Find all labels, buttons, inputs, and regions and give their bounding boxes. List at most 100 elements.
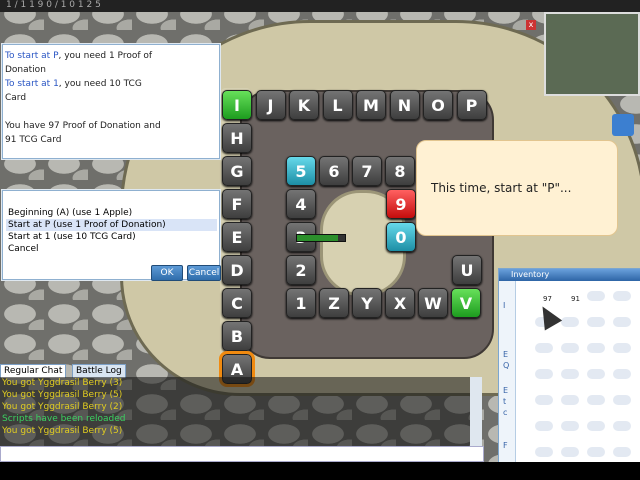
dialog-line: 91 TCG Card: [5, 133, 217, 147]
dialog-text: Donation: [5, 65, 46, 75]
menu-option[interactable]: Cancel: [6, 243, 217, 255]
board-tile[interactable]: B: [222, 321, 252, 351]
inventory-slot[interactable]: [535, 369, 553, 379]
inventory-slot[interactable]: [587, 291, 605, 301]
chat-window: Regular Chat Battle Log You got Yggdrasi…: [0, 364, 482, 448]
tutorial-speech-bubble: This time, start at "P"...: [416, 140, 618, 236]
dialog-line: Donation: [5, 63, 217, 77]
board-tile[interactable]: 5: [286, 156, 316, 186]
board-tile[interactable]: U: [452, 255, 482, 285]
dialog-line: You have 97 Proof of Donation and: [5, 119, 217, 133]
inventory-slot[interactable]: [561, 395, 579, 405]
board-tile[interactable]: 1: [286, 288, 316, 318]
board-tile[interactable]: K: [289, 90, 319, 120]
menu-option[interactable]: Start at P (use 1 Proof of Donation): [6, 219, 217, 231]
inventory-slot[interactable]: [587, 421, 605, 431]
player-hp-bar: [296, 234, 346, 242]
board-tile[interactable]: 0: [386, 222, 416, 252]
inventory-slot[interactable]: [613, 317, 631, 327]
inventory-slot[interactable]: [587, 317, 605, 327]
board-tile[interactable]: Z: [319, 288, 349, 318]
dialog-text: , you need 10 TCG: [58, 79, 142, 89]
board-tile[interactable]: 9: [386, 189, 416, 219]
board-tile[interactable]: 4: [286, 189, 316, 219]
character-icon[interactable]: [612, 114, 634, 136]
chat-line: You got Yggdrasil Berry (5): [2, 426, 123, 436]
board-tile[interactable]: X: [385, 288, 415, 318]
board-tile[interactable]: H: [222, 123, 252, 153]
inventory-slot[interactable]: [535, 421, 553, 431]
minimap[interactable]: [544, 12, 640, 96]
ok-button[interactable]: OK: [151, 265, 183, 281]
board-tile[interactable]: 6: [319, 156, 349, 186]
inventory-slot[interactable]: [561, 447, 579, 457]
inventory-slot[interactable]: [587, 343, 605, 353]
inventory-window: Inventory I E Q E t c F 97 91: [498, 268, 640, 466]
board-tile[interactable]: W: [418, 288, 448, 318]
board-tile[interactable]: P: [456, 90, 487, 120]
chat-line: You got Yggdrasil Berry (5): [2, 390, 123, 400]
inventory-slot[interactable]: [613, 447, 631, 457]
dialog-highlight: To start at P: [5, 51, 59, 61]
dialog-text: Card: [5, 93, 27, 103]
board-tile[interactable]: 2: [286, 255, 316, 285]
cancel-button[interactable]: Cancel: [187, 265, 221, 281]
board-tile[interactable]: L: [322, 90, 353, 120]
close-icon[interactable]: x: [526, 20, 536, 30]
menu-option[interactable]: Start at 1 (use 10 TCG Card): [6, 231, 217, 243]
inventory-slot[interactable]: [587, 369, 605, 379]
top-status-bar: 1 / 1 1 9 0 / 1 0 1 2 5: [0, 0, 640, 12]
inventory-slot[interactable]: [613, 369, 631, 379]
inventory-slot[interactable]: [613, 291, 631, 301]
inventory-slot[interactable]: [535, 343, 553, 353]
chat-scrollbar[interactable]: [470, 377, 482, 448]
inventory-slot[interactable]: [613, 343, 631, 353]
tab-favorite[interactable]: F: [503, 441, 508, 450]
inventory-slot[interactable]: [561, 317, 579, 327]
dialog-line: Card: [5, 91, 217, 105]
dialog-line: [5, 105, 217, 119]
tab-etc[interactable]: E t c: [503, 385, 508, 418]
dialog-line: To start at P, you need 1 Proof of: [5, 49, 217, 63]
inventory-slot[interactable]: [561, 369, 579, 379]
board-tile[interactable]: M: [356, 90, 386, 120]
chat-line: Scripts have been reloaded: [2, 414, 126, 424]
board-tile[interactable]: F: [222, 189, 252, 219]
board-tile[interactable]: N: [389, 90, 420, 120]
inventory-slot[interactable]: [587, 447, 605, 457]
board-tile[interactable]: Y: [352, 288, 382, 318]
menu-option[interactable]: Beginning (A) (use 1 Apple): [6, 207, 217, 219]
dialog-text: You have 97 Proof of Donation and: [5, 121, 161, 131]
board-tile[interactable]: D: [222, 255, 252, 285]
board-tile[interactable]: G: [222, 156, 252, 186]
board-tile[interactable]: 7: [352, 156, 382, 186]
board-tile[interactable]: J: [255, 90, 286, 120]
board-tile[interactable]: I: [222, 90, 252, 120]
inventory-slot[interactable]: [587, 395, 605, 405]
game-screen: 1 / 1 1 9 0 / 1 0 1 2 5 IJKLMNOPHGFEDCBA…: [0, 0, 640, 480]
board-tile[interactable]: V: [451, 288, 481, 318]
inventory-slot[interactable]: [613, 395, 631, 405]
inventory-slot[interactable]: [535, 447, 553, 457]
board-tile[interactable]: E: [222, 222, 252, 252]
tcg-card-count[interactable]: 91: [571, 295, 580, 303]
chat-input[interactable]: [0, 446, 484, 462]
board-tile[interactable]: 8: [385, 156, 415, 186]
tab-item[interactable]: I: [503, 301, 505, 310]
board-tile[interactable]: C: [222, 288, 252, 318]
tab-regular-chat[interactable]: Regular Chat: [0, 364, 67, 378]
inventory-title: Inventory: [499, 269, 640, 281]
inventory-slot[interactable]: [561, 421, 579, 431]
inventory-slot[interactable]: [613, 421, 631, 431]
inventory-tabs: I E Q E t c F: [499, 281, 516, 465]
chat-line: You got Yggdrasil Berry (3): [2, 378, 123, 388]
tab-battle-log[interactable]: Battle Log: [72, 364, 126, 378]
inventory-slot[interactable]: [561, 343, 579, 353]
inventory-slot[interactable]: [535, 395, 553, 405]
tab-equip[interactable]: E Q: [503, 349, 509, 371]
board-tile[interactable]: O: [423, 90, 453, 120]
npc-dialog: To start at P, you need 1 Proof of Donati…: [2, 44, 220, 159]
dialog-text: 91 TCG Card: [5, 135, 62, 145]
dialog-text: , you need 1 Proof of: [58, 51, 153, 61]
dialog-highlight: To start at 1: [5, 79, 59, 89]
